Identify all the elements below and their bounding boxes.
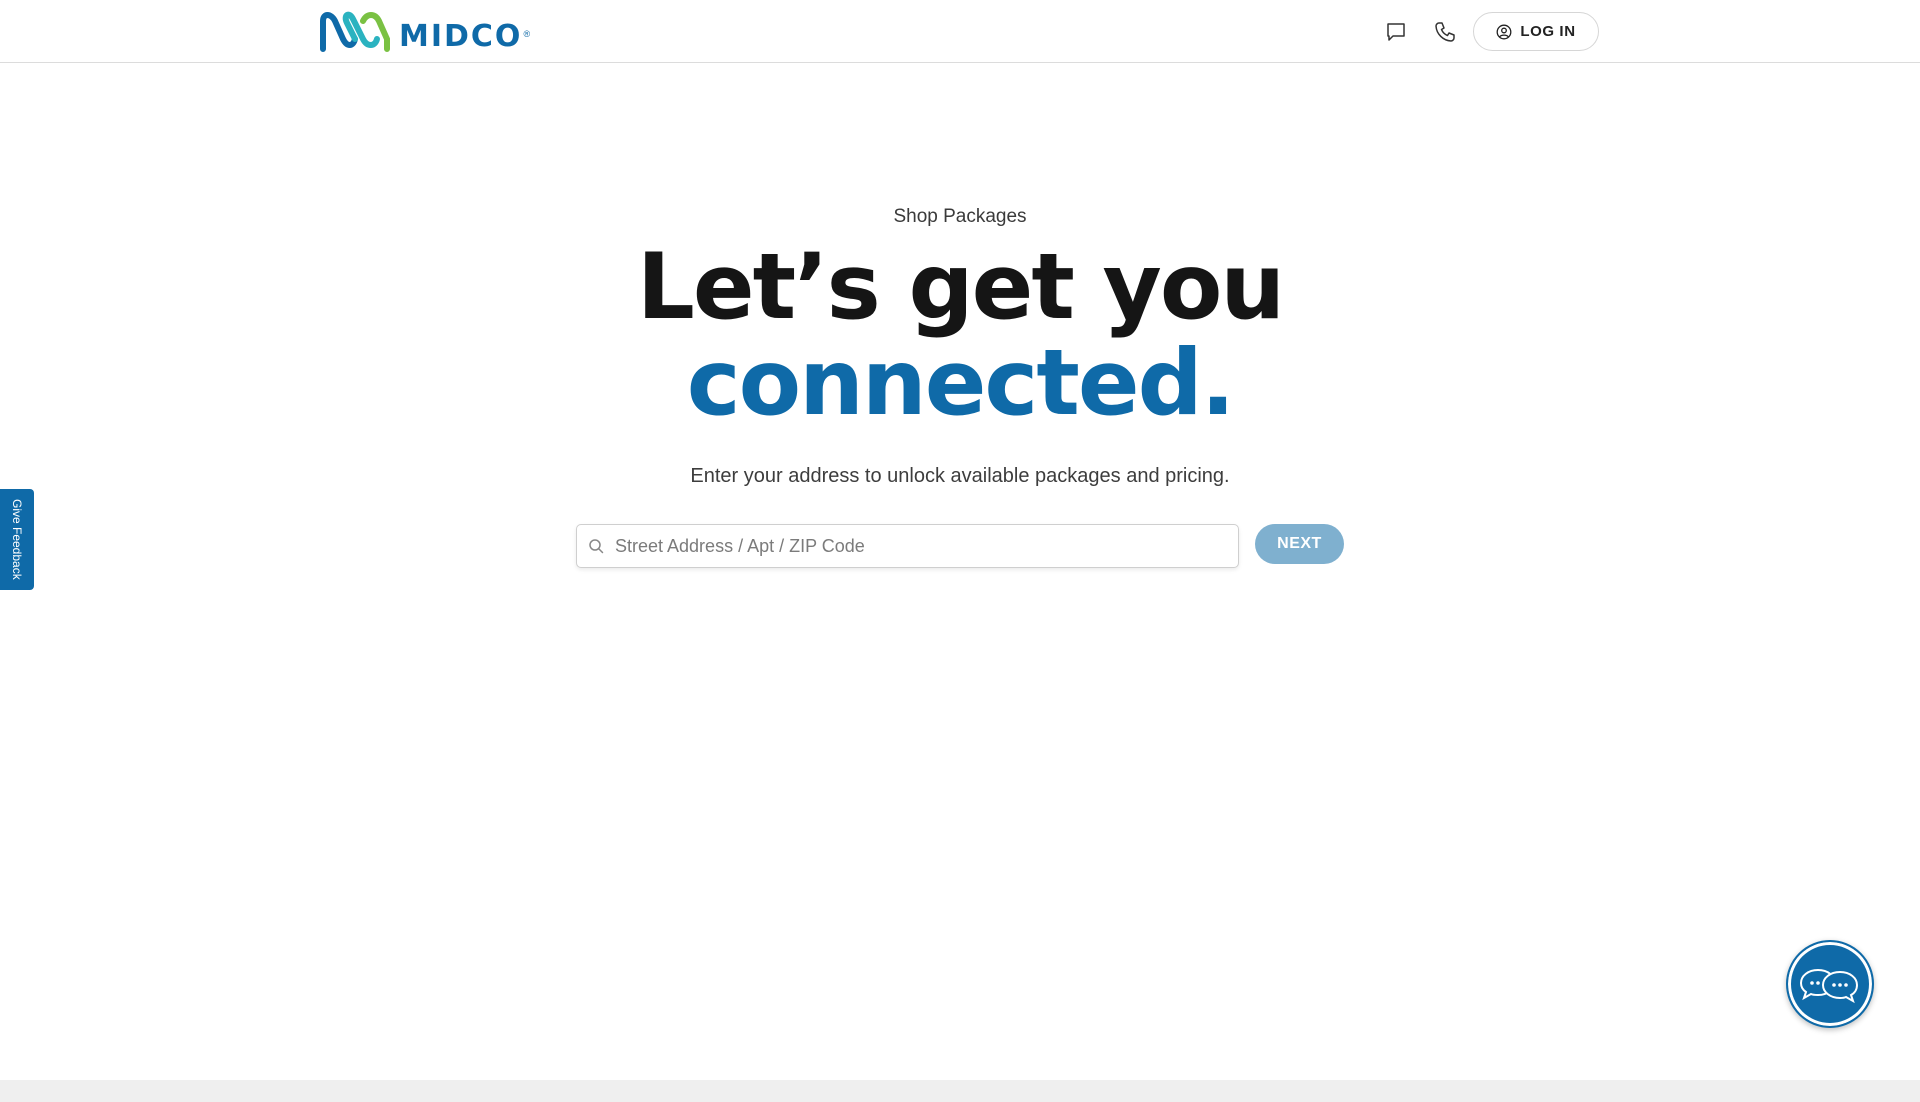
footer-strip [0,1080,1920,1102]
phone-icon[interactable] [1431,18,1459,46]
hero-subtext: Enter your address to unlock available p… [690,465,1230,487]
next-button[interactable]: NEXT [1255,524,1344,564]
chat-bubbles-icon [1799,968,1859,1004]
logo-registered-mark: ® [523,29,531,39]
hero-headline: Let’s get you connected. [0,240,1920,432]
chat-widget-button[interactable] [1786,940,1874,1028]
address-input[interactable] [613,526,1238,566]
headline-line-1: Let’s get you [636,235,1285,340]
address-search-field[interactable] [576,524,1239,568]
midco-logo[interactable]: MIDCO ® [319,9,530,55]
chat-bubble-icon[interactable] [1382,18,1410,46]
logo-wordmark: MIDCO [399,18,523,54]
give-feedback-label: Give Feedback [10,499,24,580]
give-feedback-tab[interactable]: Give Feedback [0,489,34,590]
user-circle-icon [1496,24,1512,39]
midco-logo-mark-icon [320,11,390,52]
site-header: MIDCO ® LOG IN [0,0,1920,63]
login-button[interactable]: LOG IN [1473,12,1599,51]
search-icon [588,538,604,554]
eyebrow-label: Shop Packages [893,206,1027,227]
headline-line-2: connected. [686,331,1236,436]
login-label: LOG IN [1520,23,1576,40]
